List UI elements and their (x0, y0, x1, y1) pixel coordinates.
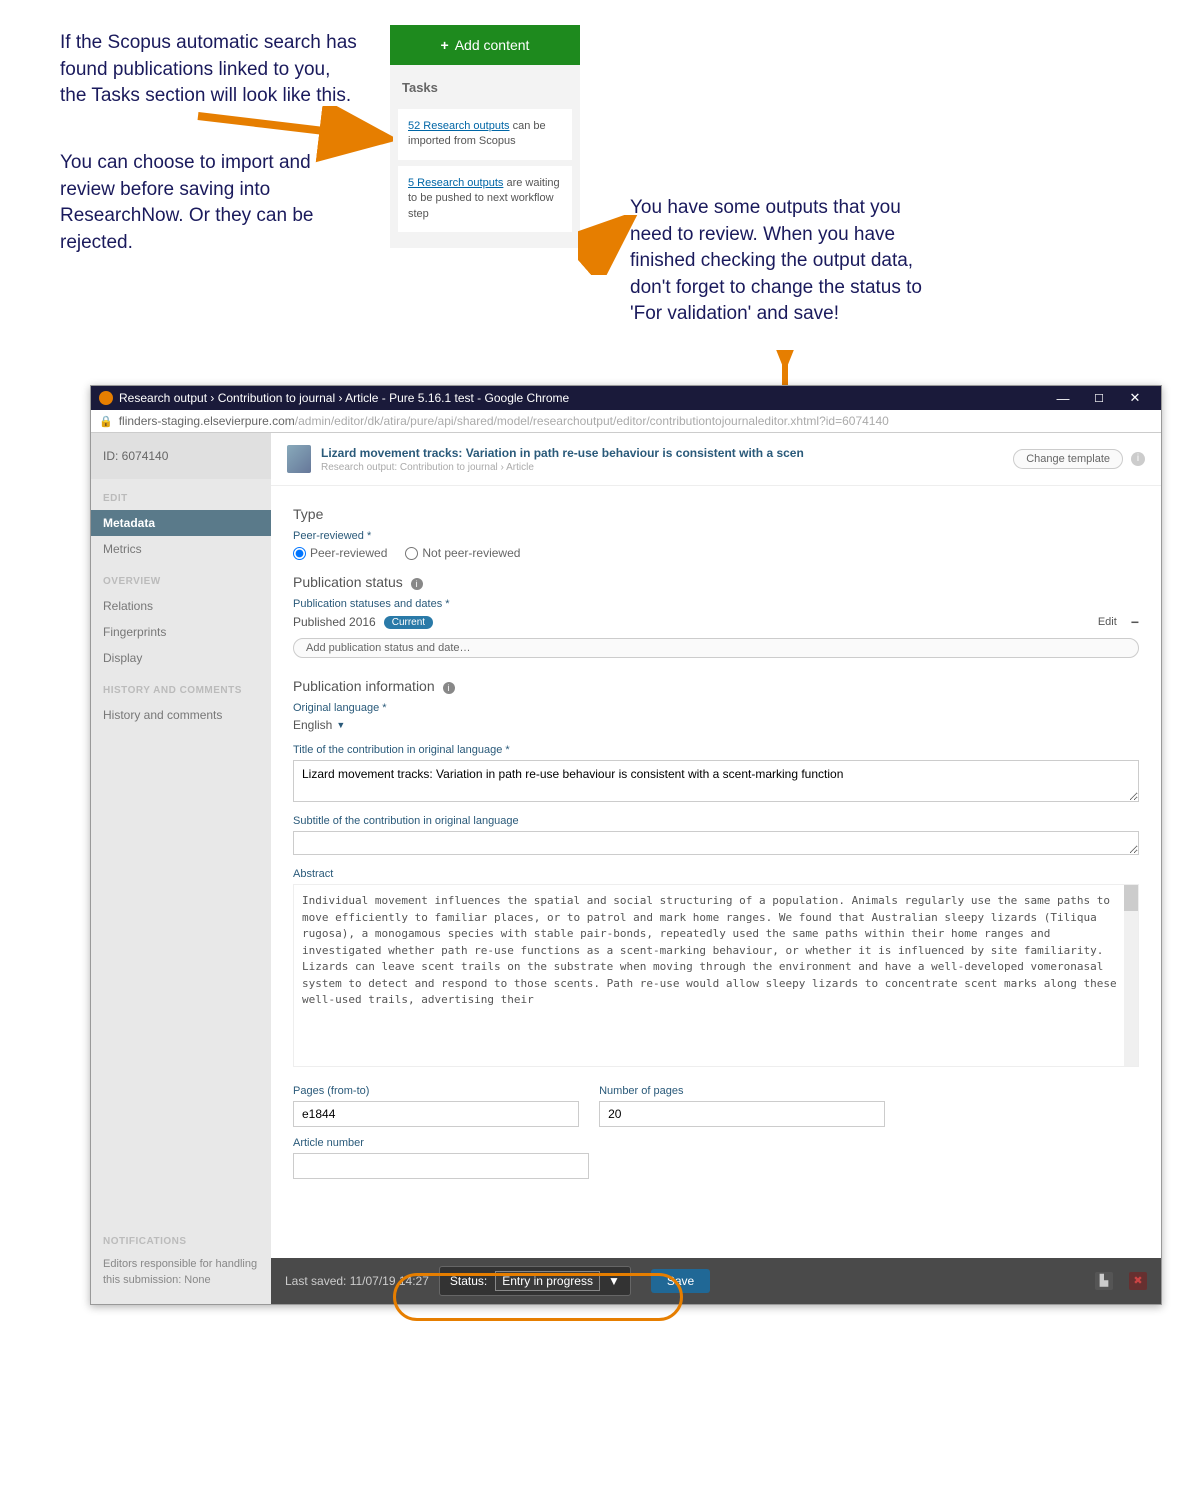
url-path: /admin/editor/dk/atira/pure/api/shared/m… (295, 414, 889, 428)
label-title: Title of the contribution in original la… (293, 744, 1139, 756)
task-link-workflow[interactable]: 5 Research outputs (408, 177, 503, 189)
abstract-scrollbar[interactable] (1124, 885, 1138, 1066)
footer-tool-icon[interactable]: ▙ (1095, 1272, 1113, 1290)
instruction-left-top: If the Scopus automatic search has found… (60, 30, 360, 110)
notification-text: Editors responsible for handling this su… (91, 1253, 271, 1304)
label-article-number: Article number (293, 1137, 1139, 1149)
section-pub-status: Publication status i (293, 574, 1139, 590)
radio-peer-yes-label: Peer-reviewed (310, 546, 387, 560)
abstract-wrapper (293, 884, 1139, 1067)
window-titlebar[interactable]: Research output › Contribution to journa… (91, 386, 1161, 410)
section-type: Type (293, 506, 1139, 522)
sidebar-section-history: HISTORY AND COMMENTS (91, 671, 271, 702)
label-numpages: Number of pages (599, 1085, 885, 1097)
last-saved-label: Last saved: 11/07/19 14:27 (285, 1274, 429, 1288)
current-badge: Current (384, 616, 433, 629)
article-number-input[interactable] (293, 1153, 589, 1179)
subtitle-input[interactable] (293, 831, 1139, 855)
radio-peer-no[interactable]: Not peer-reviewed (405, 546, 520, 560)
url-host: flinders-staging.elsevierpure.com (119, 414, 295, 428)
editor-window: Research output › Contribution to journa… (90, 385, 1162, 1305)
label-orig-lang: Original language * (293, 702, 1139, 714)
orig-lang-value: English (293, 718, 332, 732)
info-icon[interactable]: i (443, 682, 455, 694)
window-close-button[interactable]: ✕ (1117, 390, 1153, 406)
info-icon[interactable]: i (411, 578, 423, 590)
sidebar-section-edit: EDIT (91, 479, 271, 510)
sidebar-item-metrics[interactable]: Metrics (91, 536, 271, 562)
label-pages: Pages (from-to) (293, 1085, 579, 1097)
orig-lang-dropdown[interactable]: English ▼ (293, 718, 1139, 732)
pub-status-value: Published 2016 (293, 615, 376, 629)
status-value: Entry in progress (495, 1271, 600, 1291)
annotation-arrow-task (193, 106, 393, 166)
record-id-label: ID: 6074140 (91, 433, 271, 479)
numpages-input[interactable] (599, 1101, 885, 1127)
label-abstract: Abstract (293, 868, 1139, 880)
sidebar-item-history[interactable]: History and comments (91, 702, 271, 728)
sidebar-item-metadata[interactable]: Metadata (91, 510, 271, 536)
task-link-import[interactable]: 52 Research outputs (408, 120, 510, 132)
sidebar-section-notifications: NOTIFICATIONS (91, 1222, 271, 1253)
remove-pub-status-button[interactable]: − (1131, 614, 1139, 630)
form-area[interactable]: Type Peer-reviewed * Peer-reviewed Not p… (271, 486, 1161, 1258)
caret-down-icon: ▼ (608, 1274, 620, 1288)
status-bar: Last saved: 11/07/19 14:27 Status: Entry… (271, 1258, 1161, 1304)
task-card-import[interactable]: 52 Research outputs can be imported from… (398, 109, 572, 160)
info-icon[interactable]: i (1131, 452, 1145, 466)
sidebar-item-relations[interactable]: Relations (91, 593, 271, 619)
address-bar[interactable]: 🔒 flinders-staging.elsevierpure.com/admi… (91, 410, 1161, 433)
plus-icon: + (441, 37, 449, 53)
add-content-label: Add content (455, 37, 530, 53)
lock-icon: 🔒 (99, 415, 113, 428)
title-input[interactable] (293, 760, 1139, 802)
edit-pub-status-button[interactable]: Edit (1098, 616, 1117, 628)
status-label: Status: (450, 1274, 487, 1288)
footer-close-icon[interactable]: ✖ (1129, 1272, 1147, 1290)
sidebar-item-display[interactable]: Display (91, 645, 271, 671)
caret-down-icon: ▼ (336, 720, 345, 730)
section-pub-info: Publication information i (293, 678, 1139, 694)
window-maximize-button[interactable]: ☐ (1081, 392, 1117, 405)
label-peer-reviewed: Peer-reviewed * (293, 530, 1139, 542)
change-template-button[interactable]: Change template (1013, 449, 1123, 469)
status-dropdown[interactable]: Status: Entry in progress ▼ (439, 1266, 631, 1296)
record-title: Lizard movement tracks: Variation in pat… (321, 446, 1013, 460)
editor-sidebar: ID: 6074140 EDIT Metadata Metrics OVERVI… (91, 433, 271, 1304)
add-content-button[interactable]: + Add content (390, 25, 580, 65)
tasks-panel: + Add content Tasks 52 Research outputs c… (390, 25, 580, 248)
editor-main: Lizard movement tracks: Variation in pat… (271, 433, 1161, 1304)
window-minimize-button[interactable]: — (1045, 391, 1081, 406)
record-header: Lizard movement tracks: Variation in pat… (271, 433, 1161, 486)
pages-input[interactable] (293, 1101, 579, 1127)
save-button[interactable]: Save (651, 1269, 710, 1293)
app-icon (99, 391, 113, 405)
label-pub-statuses: Publication statuses and dates * (293, 598, 1139, 610)
document-icon (287, 445, 311, 473)
record-subtitle: Research output: Contribution to journal… (321, 462, 1013, 473)
tasks-section-label: Tasks (390, 65, 580, 103)
annotation-arrow-review (578, 215, 638, 275)
abstract-input[interactable] (302, 889, 1130, 1059)
add-pub-status-button[interactable]: Add publication status and date… (293, 638, 1139, 658)
window-title: Research output › Contribution to journa… (119, 391, 569, 405)
task-card-workflow[interactable]: 5 Research outputs are waiting to be pus… (398, 166, 572, 232)
sidebar-item-fingerprints[interactable]: Fingerprints (91, 619, 271, 645)
radio-peer-yes[interactable]: Peer-reviewed (293, 546, 387, 560)
sidebar-section-overview: OVERVIEW (91, 562, 271, 593)
radio-peer-no-label: Not peer-reviewed (422, 546, 520, 560)
label-subtitle: Subtitle of the contribution in original… (293, 815, 1139, 827)
instruction-right: You have some outputs that you need to r… (630, 195, 940, 328)
